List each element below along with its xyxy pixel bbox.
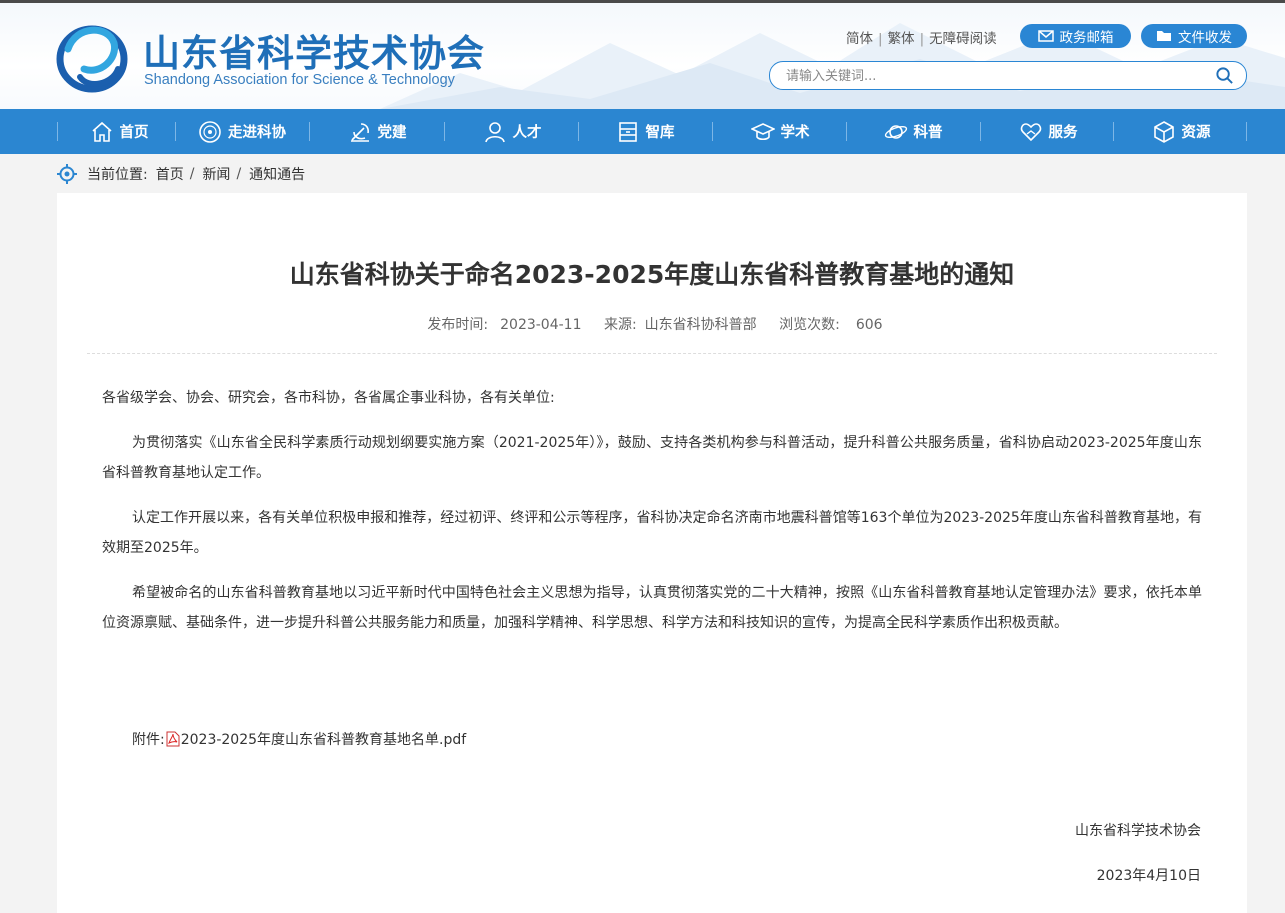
accessibility-link[interactable]: 无障碍阅读 — [929, 27, 997, 47]
graduation-cap-icon — [750, 122, 775, 140]
file-exchange-button[interactable]: 文件收发 — [1141, 24, 1247, 48]
nav-item-label: 服务 — [1048, 125, 1078, 141]
paragraph: 认定工作开展以来，各有关单位积极申报和推荐，经过初评、终评和公示等程序，省科协决… — [102, 510, 1202, 556]
nav-separator — [175, 122, 176, 141]
location-target-icon — [57, 164, 77, 184]
emblem-icon — [199, 120, 221, 143]
nav-item-service[interactable]: 服务 — [993, 109, 1103, 154]
nav-item-label: 智库 — [645, 125, 675, 141]
views-label: 浏览次数: — [779, 317, 840, 333]
signature-date: 2023年4月10日 — [1096, 868, 1201, 884]
nav-separator — [444, 122, 445, 141]
nav-item-label: 资源 — [1181, 125, 1211, 141]
nav-item-home[interactable]: 首页 — [64, 109, 174, 154]
home-icon — [91, 121, 112, 142]
breadcrumb-news[interactable]: 新闻 — [202, 164, 230, 184]
nav-item-resources[interactable]: 资源 — [1126, 109, 1236, 154]
file-exchange-label: 文件收发 — [1178, 30, 1232, 46]
views-count: 606 — [855, 317, 883, 333]
utility-links: 简体 | 繁体 | 无障碍阅读 — [846, 27, 997, 47]
search-input[interactable] — [784, 66, 1208, 87]
breadcrumb-notices[interactable]: 通知通告 — [249, 164, 305, 184]
nav-item-think-tank[interactable]: 智库 — [590, 109, 700, 154]
nav-item-label: 人才 — [512, 125, 542, 141]
archive-icon — [618, 121, 637, 142]
nav-item-label: 党建 — [377, 125, 407, 141]
simplified-link[interactable]: 简体 — [846, 27, 873, 47]
mail-icon — [1037, 30, 1054, 42]
breadcrumb: 当前位置: 首页 / 新闻 / 通知通告 — [57, 160, 305, 188]
article-title: 山东省科协关于命名2023-2025年度山东省科普教育基地的通知 — [289, 260, 1015, 289]
folder-icon — [1157, 31, 1171, 41]
heart-hand-icon — [1020, 122, 1041, 141]
nav-separator — [1113, 122, 1114, 141]
traditional-link[interactable]: 繁体 — [888, 27, 915, 47]
nav-item-academic[interactable]: 学术 — [725, 109, 835, 154]
nav-separator — [309, 122, 310, 141]
gov-mail-button[interactable]: 政务邮箱 — [1020, 24, 1131, 48]
breadcrumb-home[interactable]: 首页 — [156, 164, 184, 184]
article-card: 山东省科协关于命名2023-2025年度山东省科普教育基地的通知 发布时间: 20… — [57, 193, 1247, 913]
nav-separator — [57, 122, 58, 141]
signature: 山东省科学技术协会 — [1075, 823, 1201, 839]
nav-item-talent[interactable]: 人才 — [457, 109, 567, 154]
main-nav: 首页 走进科协 党建 人才 智库 学术 科普 服务 资源 — [0, 109, 1285, 154]
logo-chinese-name: 山东省科学技术协会 — [143, 31, 485, 75]
mountain-background — [380, 23, 1285, 109]
nav-separator — [980, 122, 981, 141]
nav-item-label: 走进科协 — [228, 125, 286, 141]
title-divider — [87, 353, 1217, 354]
nav-separator — [1246, 122, 1247, 141]
article-meta: 发布时间: 2023-04-11 来源: 山东省科协科普部 浏览次数: 606 — [57, 314, 1247, 334]
search-icon[interactable] — [1215, 66, 1234, 85]
nav-separator — [578, 122, 579, 141]
logo-icon — [56, 25, 128, 93]
breadcrumb-prefix: 当前位置: — [87, 167, 148, 183]
nav-item-about[interactable]: 走进科协 — [187, 109, 297, 154]
salutation: 各省级学会、协会、研究会，各市科协，各省属企事业科协，各有关单位: — [102, 390, 555, 406]
article-body: 各省级学会、协会、研究会，各市科协，各省属企事业科协，各有关单位: 为贯彻落实《… — [102, 383, 1202, 653]
source-value: 山东省科协科普部 — [644, 317, 757, 333]
nav-item-party[interactable]: 党建 — [322, 109, 432, 154]
source-label: 来源: — [603, 317, 637, 333]
person-icon — [484, 121, 505, 142]
party-icon — [350, 122, 369, 142]
publish-label: 发布时间: — [427, 317, 489, 333]
cube-icon — [1153, 120, 1174, 143]
paragraph: 希望被命名的山东省科普教育基地以习近平新时代中国特色社会主义思想为指导，认真贯彻… — [102, 585, 1202, 631]
nav-separator — [846, 122, 847, 141]
search-box — [769, 61, 1247, 90]
nav-item-label: 首页 — [119, 125, 149, 141]
nav-separator — [712, 122, 713, 141]
publish-date: 2023-04-11 — [500, 317, 582, 333]
gov-mail-label: 政务邮箱 — [1059, 30, 1114, 46]
paragraph: 为贯彻落实《山东省全民科学素质行动规划纲要实施方案（2021-2025年）》，鼓… — [102, 435, 1202, 481]
pdf-file-icon — [166, 731, 180, 747]
logo-english-name: Shandong Association for Science & Techn… — [144, 72, 455, 88]
attachment-link[interactable]: 2023-2025年度山东省科普教育基地名单.pdf — [181, 729, 466, 749]
attachment-label: 附件: — [132, 732, 165, 748]
nav-item-science-pop[interactable]: 科普 — [858, 109, 968, 154]
nav-item-label: 学术 — [780, 125, 810, 141]
planet-icon — [884, 124, 907, 139]
attachment: 附件: 2023-2025年度山东省科普教育基地名单.pdf — [132, 729, 466, 749]
site-header: 山东省科学技术协会 Shandong Association for Scien… — [0, 3, 1285, 109]
nav-item-label: 科普 — [913, 125, 943, 141]
